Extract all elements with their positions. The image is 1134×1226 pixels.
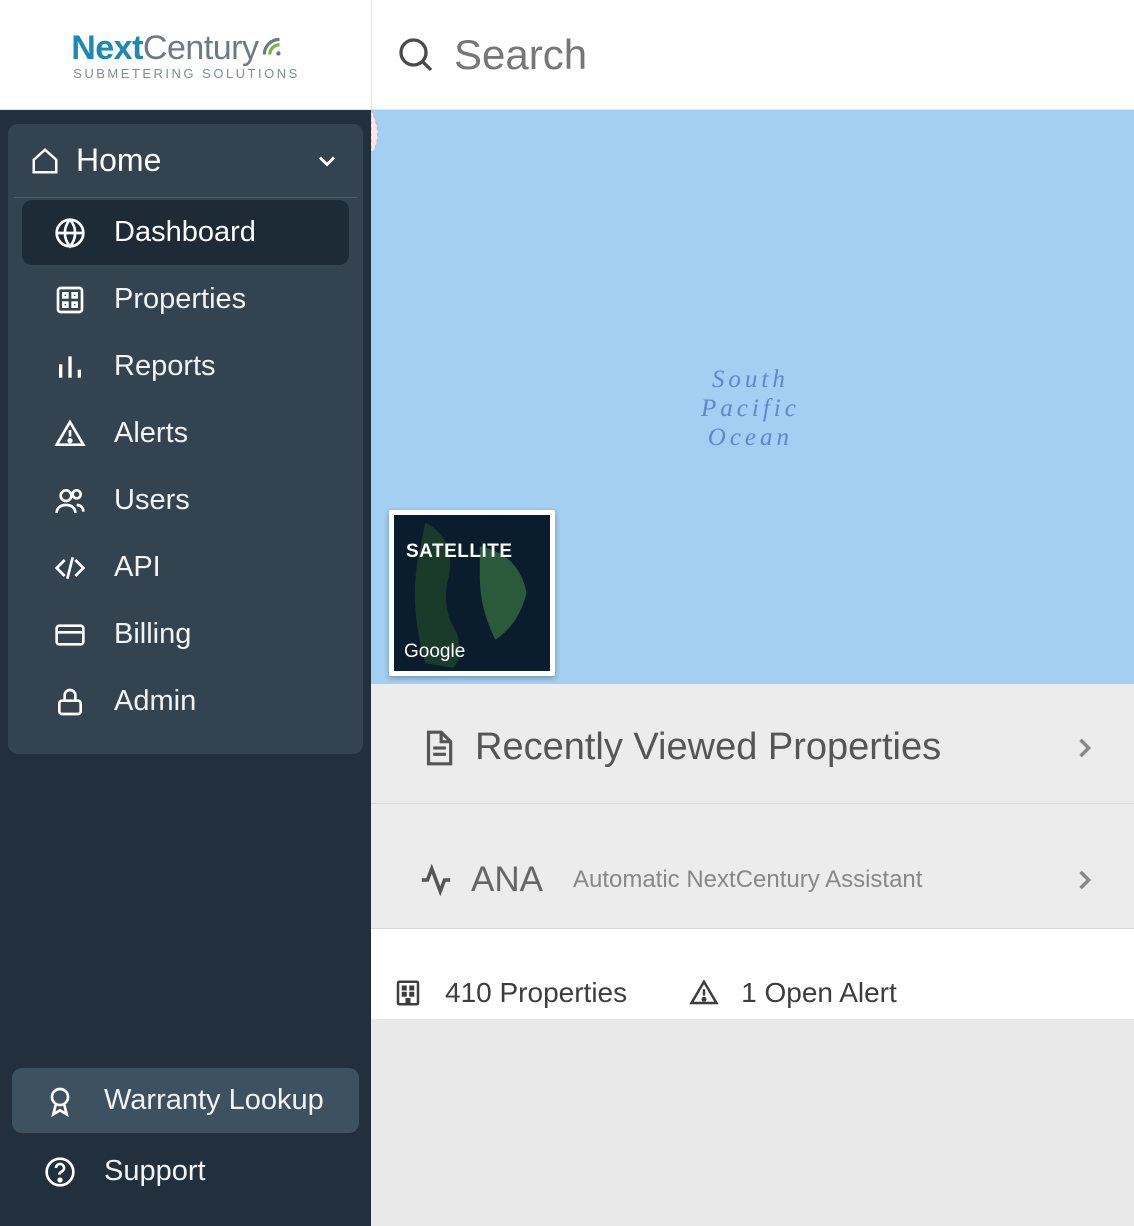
activity-icon: [419, 863, 453, 897]
alert-triangle-icon: [52, 418, 88, 450]
sidebar-item-label: API: [114, 551, 161, 584]
satellite-brand: Google: [404, 641, 465, 663]
bar-chart-icon: [52, 351, 88, 383]
sidebar-item-dashboard[interactable]: Dashboard: [22, 200, 349, 265]
sidebar-item-api[interactable]: API: [22, 535, 349, 600]
sidebar-item-label: Admin: [114, 685, 196, 718]
chevron-down-icon: [313, 147, 341, 175]
sidebar-item-label: Dashboard: [114, 216, 256, 249]
brand-name-1: Next: [71, 29, 143, 68]
sidebar-item-label: Users: [114, 484, 190, 517]
help-circle-icon: [42, 1156, 78, 1188]
map-ocean-label: South Pacific Ocean: [701, 366, 800, 452]
document-icon: [419, 729, 457, 767]
search-wrap: [371, 0, 1134, 109]
brand-tagline: SUBMETERING SOLUTIONS: [73, 66, 300, 81]
search-icon: [396, 35, 436, 75]
map-landmass-icon: [371, 110, 431, 170]
footer-alerts-count: 1 Open Alert: [741, 977, 897, 1009]
footer-properties-count: 410 Properties: [445, 977, 627, 1009]
building-icon: [393, 978, 423, 1008]
credit-card-icon: [52, 619, 88, 651]
chevron-right-icon: [1070, 734, 1098, 762]
award-icon: [42, 1085, 78, 1117]
sidebar-header-title: Home: [76, 142, 161, 179]
sidebar-item-alerts[interactable]: Alerts: [22, 401, 349, 466]
topbar: NextCentury SUBMETERING SOLUTIONS: [0, 0, 1134, 110]
sidebar-item-warranty-lookup[interactable]: Warranty Lookup: [12, 1068, 359, 1133]
wifi-arc-icon: [260, 35, 286, 61]
footer-stats: 410 Properties 1 Open Alert: [371, 929, 1134, 1019]
sidebar-section-header-home[interactable]: Home: [14, 130, 357, 198]
sidebar-item-label: Billing: [114, 618, 191, 651]
section-title: Recently Viewed Properties: [475, 726, 941, 769]
satellite-label: SATELLITE: [406, 541, 513, 563]
ana-title: ANA: [471, 860, 543, 900]
map-satellite-toggle[interactable]: SATELLITE Google: [389, 510, 555, 676]
sidebar-item-support[interactable]: Support: [12, 1139, 359, 1204]
sidebar-item-billing[interactable]: Billing: [22, 602, 349, 667]
code-icon: [52, 552, 88, 584]
home-icon: [30, 146, 60, 176]
map-view[interactable]: South Pacific Ocean SATELLITE Google: [371, 110, 1134, 684]
section-recently-viewed[interactable]: Recently Viewed Properties: [371, 684, 1134, 804]
sidebar-item-label: Warranty Lookup: [104, 1084, 324, 1117]
sidebar-item-reports[interactable]: Reports: [22, 334, 349, 399]
building-icon: [52, 284, 88, 316]
sidebar: Home Dashboard Pro: [0, 110, 371, 1226]
brand-logo[interactable]: NextCentury SUBMETERING SOLUTIONS: [0, 0, 371, 109]
brand-name-2: Century: [143, 29, 259, 68]
main-content: South Pacific Ocean SATELLITE Google: [371, 110, 1134, 1226]
alert-triangle-icon: [689, 978, 719, 1008]
lock-icon: [52, 686, 88, 718]
sidebar-item-admin[interactable]: Admin: [22, 669, 349, 734]
chevron-right-icon: [1070, 866, 1098, 894]
ana-subtitle: Automatic NextCentury Assistant: [573, 866, 1052, 894]
globe-icon: [52, 217, 88, 249]
sidebar-item-users[interactable]: Users: [22, 468, 349, 533]
sidebar-item-label: Alerts: [114, 417, 188, 450]
users-icon: [52, 485, 88, 517]
sidebar-item-properties[interactable]: Properties: [22, 267, 349, 332]
sidebar-item-label: Support: [104, 1155, 206, 1188]
sidebar-item-label: Reports: [114, 350, 216, 383]
sidebar-item-label: Properties: [114, 283, 246, 316]
search-input[interactable]: [454, 31, 1134, 79]
section-ana[interactable]: ANA Automatic NextCentury Assistant: [371, 804, 1134, 929]
